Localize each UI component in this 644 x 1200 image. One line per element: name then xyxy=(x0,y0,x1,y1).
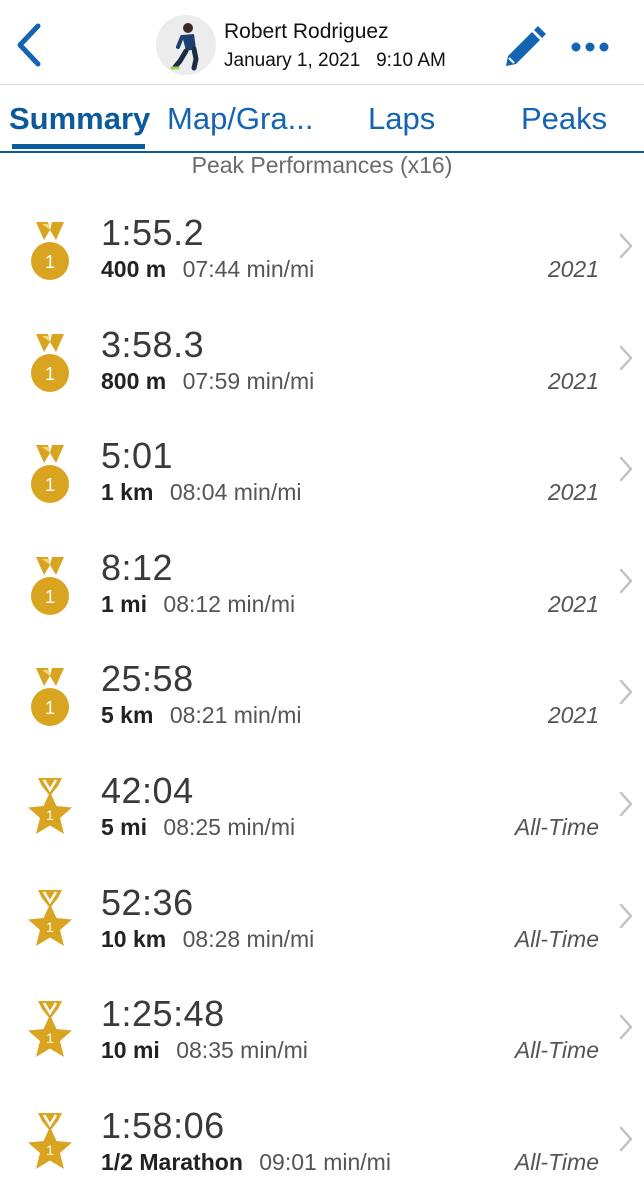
chevron-right-icon xyxy=(619,233,633,259)
peak-time: 1:55.2 xyxy=(101,212,205,253)
peak-pace: 08:28 min/mi xyxy=(182,925,315,952)
activity-time: 9:10 AM xyxy=(376,50,446,71)
medal-icon: 1 xyxy=(31,556,69,615)
peak-time: 1:25:48 xyxy=(101,993,225,1035)
peak-time: 8:12 xyxy=(101,546,174,588)
active-tab-indicator xyxy=(12,144,145,149)
tab-map-graphs[interactable]: Map/Gra... xyxy=(167,101,313,137)
activity-header: Robert Rodriguez January 1, 2021 9:10 AM xyxy=(0,0,644,85)
peak-period: All-Time xyxy=(514,1037,599,1064)
peak-time: 52:36 xyxy=(101,881,194,923)
peak-period: 2021 xyxy=(547,702,599,729)
medal-icon: 1 xyxy=(31,333,69,392)
chevron-left-icon[interactable] xyxy=(8,20,52,70)
peak-row[interactable]: 1 1:55.2 400 m 07:44 min/mi 2021 xyxy=(0,190,644,302)
rank-number: 1 xyxy=(46,807,54,823)
peak-distance: 5 mi xyxy=(101,813,148,840)
peak-distance: 10 km xyxy=(101,925,167,952)
peak-time: 5:01 xyxy=(101,435,174,477)
peak-row[interactable]: 1 5:01 1 km 08:04 min/mi 2021 xyxy=(0,413,644,525)
peak-period: 2021 xyxy=(547,256,599,282)
peak-distance: 400 m xyxy=(101,256,167,282)
peak-distance: 10 mi xyxy=(101,1037,160,1064)
star-medal-icon: 1 xyxy=(28,1001,72,1058)
peak-details: 1 km 08:04 min/mi xyxy=(101,479,302,506)
chevron-right-icon xyxy=(619,791,633,817)
rank-number: 1 xyxy=(45,475,55,495)
peak-period: 2021 xyxy=(547,367,599,394)
peak-pace: 07:59 min/mi xyxy=(182,367,315,394)
peak-time: 25:58 xyxy=(101,658,194,700)
chevron-right-icon xyxy=(619,903,633,928)
peak-details: 1/2 Marathon 09:01 min/mi xyxy=(101,1149,391,1176)
tab-bar: Summary Map/Gra... Laps Peaks xyxy=(0,85,644,153)
peak-row[interactable]: 1 42:04 5 mi 08:25 min/mi All-Time xyxy=(0,748,644,860)
chevron-right-icon xyxy=(619,345,633,370)
section-title: Peak Performances (x16) xyxy=(191,152,453,178)
rank-number: 1 xyxy=(45,364,55,384)
pencil-icon[interactable] xyxy=(500,24,548,72)
rank-number: 1 xyxy=(45,587,55,607)
chevron-right-icon xyxy=(619,1014,633,1040)
peak-row[interactable]: 1 1:25:48 10 mi 08:35 min/mi All-Time xyxy=(0,971,644,1083)
tab-summary[interactable]: Summary xyxy=(9,101,150,137)
peak-period: 2021 xyxy=(547,590,599,617)
peak-pace: 07:44 min/mi xyxy=(182,256,315,282)
peak-period: 2021 xyxy=(547,479,599,506)
star-medal-icon: 1 xyxy=(28,777,72,834)
peak-row[interactable]: 1 1:58:06 1/2 Marathon 09:01 min/mi All-… xyxy=(0,1083,644,1195)
rank-number: 1 xyxy=(46,1142,54,1158)
medal-icon: 1 xyxy=(31,445,69,504)
peak-pace: 09:01 min/mi xyxy=(259,1148,391,1175)
peak-distance: 1 mi xyxy=(101,590,148,617)
rank-number: 1 xyxy=(45,698,55,718)
peak-row[interactable]: 1 3:58.3 800 m 07:59 min/mi 2021 xyxy=(0,302,644,414)
peak-distance: 1 km xyxy=(101,479,154,506)
peak-pace: 08:12 min/mi xyxy=(163,590,296,617)
chevron-right-icon xyxy=(619,680,633,705)
star-medal-icon: 1 xyxy=(28,1112,72,1169)
peak-time: 42:04 xyxy=(101,769,194,811)
tab-laps[interactable]: Laps xyxy=(368,101,435,137)
peak-time: 1:58:06 xyxy=(101,1104,225,1146)
peak-details: 5 km 08:21 min/mi xyxy=(101,702,302,729)
peak-pace: 08:35 min/mi xyxy=(176,1037,308,1064)
ellipsis-icon[interactable] xyxy=(570,32,610,62)
rank-number: 1 xyxy=(46,1030,54,1046)
tab-peaks[interactable]: Peaks xyxy=(521,101,607,137)
peak-pace: 08:04 min/mi xyxy=(169,479,302,506)
peak-period: All-Time xyxy=(514,925,599,952)
peak-details: 5 mi 08:25 min/mi xyxy=(101,814,295,841)
peak-distance: 1/2 Marathon xyxy=(101,1148,243,1175)
peak-performance-list: 1 1:55.2 400 m 07:44 min/mi 2021 1 3:58.… xyxy=(0,190,644,1194)
peak-period: All-Time xyxy=(514,1148,599,1175)
peak-pace: 08:21 min/mi xyxy=(169,702,302,729)
peak-time: 3:58.3 xyxy=(101,323,205,365)
peak-details: 400 m 07:44 min/mi xyxy=(101,256,314,283)
user-name: Robert Rodriguez xyxy=(224,20,389,43)
avatar[interactable] xyxy=(156,15,216,75)
peak-details: 10 km 08:28 min/mi xyxy=(101,926,314,953)
medal-icon: 1 xyxy=(31,222,69,280)
rank-number: 1 xyxy=(45,252,55,272)
medal-icon: 1 xyxy=(31,668,69,727)
chevron-right-icon xyxy=(619,568,633,594)
peak-row[interactable]: 1 52:36 10 km 08:28 min/mi All-Time xyxy=(0,860,644,972)
peak-details: 1 mi 08:12 min/mi xyxy=(101,591,295,618)
runner-photo xyxy=(170,23,199,71)
rank-number: 1 xyxy=(46,919,54,935)
peak-distance: 5 km xyxy=(101,702,154,729)
activity-datetime: January 1, 2021 9:10 AM xyxy=(224,50,446,72)
star-medal-icon: 1 xyxy=(28,889,72,946)
peak-details: 800 m 07:59 min/mi xyxy=(101,368,314,395)
peak-pace: 08:25 min/mi xyxy=(163,813,296,840)
peak-row[interactable]: 1 25:58 5 km 08:21 min/mi 2021 xyxy=(0,636,644,748)
peak-period: All-Time xyxy=(514,813,599,840)
chevron-right-icon xyxy=(619,1126,633,1151)
peak-distance: 800 m xyxy=(101,367,167,394)
chevron-right-icon xyxy=(619,456,633,482)
peak-details: 10 mi 08:35 min/mi xyxy=(101,1037,308,1064)
peak-row[interactable]: 1 8:12 1 mi 08:12 min/mi 2021 xyxy=(0,525,644,637)
activity-date: January 1, 2021 xyxy=(224,50,361,71)
